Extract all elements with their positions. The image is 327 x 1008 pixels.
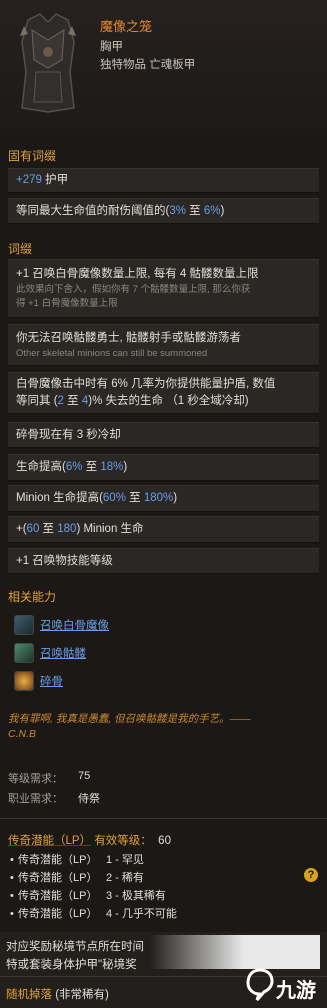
class-req-value: 侍祭 [78, 793, 100, 805]
affix-line: 碎骨现在有 3 秒冷却 [16, 428, 121, 441]
affix-note: Other skeletal minions can still be summ… [16, 347, 208, 359]
affix-minion-skills: +1 召唤物技能等级 [8, 548, 319, 574]
affix-high: 18% [100, 461, 124, 473]
lp-item-text: 4 - 几乎不可能 [106, 908, 177, 920]
lp-item-text: 2 - 稀有 [106, 872, 144, 884]
item-name: 魔像之笼 [100, 19, 153, 34]
affix-minion-health-flat: +(60 至 180) Minion 生命 [8, 516, 319, 543]
quote-author: C.N.B [8, 728, 37, 740]
resist-close: ) [220, 204, 225, 217]
affix-line: +1 召唤白骨魔像数量上限, 每有 4 骷髅数量上限 [16, 268, 259, 280]
watermark-fade [150, 935, 320, 969]
drop-label: 随机掉落 [6, 989, 52, 1001]
lp-item-label: 传奇潜能（LP） [18, 872, 98, 884]
affix-line: 白骨魔像击中时有 6% 几率为你提供能量护盾, 数值 [16, 378, 276, 390]
lore-quote: 我有罪啊, 我真是愚蠢, 但召唤骷髅是我的手艺。—— C.N.B [8, 712, 308, 742]
affix-low: 60% [102, 492, 126, 504]
level-req-value: 75 [78, 770, 91, 782]
watermark-logo-icon [246, 968, 274, 1001]
item-type: 胸甲 [100, 41, 123, 53]
resist-to: 至 [189, 204, 201, 217]
lp-item: • 传奇潜能（LP） 3 - 极其稀有 [10, 887, 166, 903]
affix-minion-health-pct: Minion 生命提高(60% 至 180%) [8, 485, 319, 512]
armor-value: +279 [16, 174, 42, 186]
affix-note: 得 +1 白骨魔像数量上限 [16, 298, 118, 309]
chest-armor-icon [20, 13, 76, 113]
affix-text: 生命提高( [16, 461, 66, 473]
affix-text: ) [123, 461, 128, 473]
implicit-resist-row: 等同最大生命值的耐伤阈值的(3% 至 6%) [8, 198, 319, 224]
affix-low: 6% [65, 461, 83, 473]
affix-text: ) [173, 492, 178, 504]
affix-low: 2 [57, 395, 64, 407]
level-req-label: 等级需求： [8, 773, 63, 785]
skill-label: 召唤骷髅 [40, 648, 86, 660]
skill-label: 碎骨 [40, 676, 63, 688]
divider [0, 818, 327, 819]
quote-line: 我有罪啊, 我真是愚蠢, 但召唤骷髅是我的手艺。—— [8, 713, 251, 725]
lp-item: • 传奇潜能（LP） 4 - 几乎不可能 [10, 905, 177, 921]
skeleton-icon [14, 643, 34, 663]
implicit-title: 固有词缀 [8, 149, 57, 163]
affix-bone-shatter: 碎骨现在有 3 秒冷却 [8, 422, 319, 448]
bone-golem-icon [14, 615, 34, 635]
item-class: 独特物品 亡魂板甲 [100, 59, 196, 71]
resist-text: 等同最大生命值的耐伤阈值的( [16, 204, 170, 217]
class-req-label: 职业需求： [8, 793, 63, 805]
affix-high: 180% [143, 492, 174, 504]
lp-title: 传奇潜能（LP） 有效等级： 60 [8, 832, 171, 848]
affix-line: 你无法召唤骷髅勇士, 骷髅射手或骷髅游荡者 [16, 331, 241, 344]
affixes-title: 词缀 [8, 242, 33, 256]
resist-low: 3% [169, 204, 186, 217]
lp-item-text: 1 - 罕见 [106, 854, 144, 866]
affix-text: ) Minion 生命 [76, 523, 144, 535]
footer-line-1: 对应奖励秘境节点所在时间 [6, 941, 144, 953]
lp-item-text: 3 - 极其稀有 [106, 890, 166, 902]
lp-title-text: 传奇潜能（LP） [8, 835, 92, 847]
help-icon[interactable]: ? [304, 868, 318, 882]
affix-ward: 白骨魔像击中时有 6% 几率为你提供能量护盾, 数值 等同其 (2 至 4)% … [8, 372, 319, 414]
lp-level-value: 60 [158, 835, 171, 847]
affix-text: +( [16, 523, 27, 535]
lp-title-suffix: 有效等级： [94, 835, 152, 847]
affix-line: +1 召唤物技能等级 [16, 554, 113, 567]
lp-item: • 传奇潜能（LP） 1 - 罕见 [10, 851, 144, 867]
bone-shatter-icon [14, 671, 34, 691]
affix-text: )% 失去的生命 （1 秒全域冷却) [88, 395, 249, 407]
affix-golem-cap: +1 召唤白骨魔像数量上限, 每有 4 骷髅数量上限 此效果向下舍入，假如你有 … [8, 259, 319, 318]
affix-high: 180 [57, 523, 77, 535]
implicit-armor-row: +279 护甲 [8, 168, 319, 193]
affix-low: 60 [26, 523, 40, 535]
affix-to: 至 [129, 492, 141, 504]
lp-item-label: 传奇潜能（LP） [18, 908, 98, 920]
skill-link-bone-golem[interactable]: 召唤白骨魔像 [14, 614, 109, 636]
resist-high: 6% [203, 204, 221, 217]
affix-text: 等同其 ( [16, 395, 58, 407]
affix-to: 至 [85, 461, 98, 473]
drop-value: (非常稀有) [52, 989, 109, 1001]
affix-to: 至 [67, 395, 79, 407]
footer-line-2: 特或套装身体护甲"秘境奖 [6, 959, 137, 971]
affix-text: Minion 生命提高( [16, 492, 103, 504]
affix-health: 生命提高(6% 至 18%) [8, 454, 319, 481]
lp-item: • 传奇潜能（LP） 2 - 稀有 [10, 869, 144, 885]
affix-note: 此效果向下舍入，假如你有 7 个骷髅数量上限, 那么你获 [16, 284, 251, 295]
drop-info: 随机掉落 (非常稀有) [6, 986, 109, 1002]
lp-item-label: 传奇潜能（LP） [18, 890, 98, 902]
item-header: 魔像之笼 胸甲 独特物品 亡魂板甲 [0, 0, 327, 136]
lp-item-label: 传奇潜能（LP） [18, 854, 98, 866]
armor-label: 护甲 [45, 174, 69, 186]
skills-title: 相关能力 [8, 590, 57, 604]
skill-label: 召唤白骨魔像 [40, 620, 109, 632]
skill-link-bone-shatter[interactable]: 碎骨 [14, 670, 63, 692]
affix-no-skeletons: 你无法召唤骷髅勇士, 骷髅射手或骷髅游荡者 Other skeletal min… [8, 324, 319, 366]
watermark-text: 九游 [276, 978, 316, 1002]
skill-link-skeletons[interactable]: 召唤骷髅 [14, 642, 86, 664]
affix-to: 至 [42, 523, 55, 535]
